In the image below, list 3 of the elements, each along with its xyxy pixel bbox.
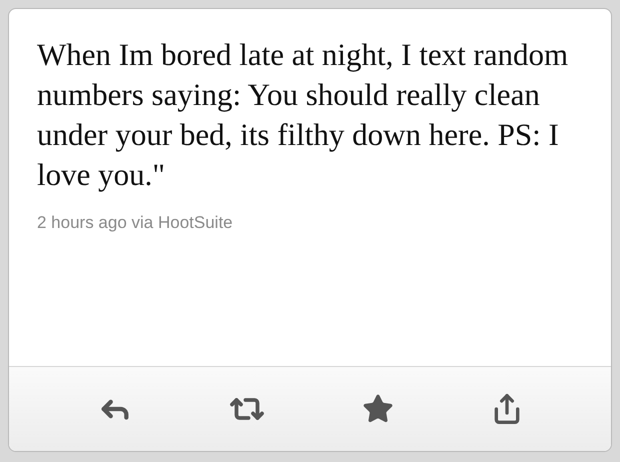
tweet-text: When Im bored late at night, I text random numbers saying: You should really clean under your bed, its filthy down here. PS: I love you." [37, 36, 570, 194]
tweet-meta: 2 hours ago via HootSuite [37, 213, 234, 233]
star-icon [362, 393, 394, 425]
